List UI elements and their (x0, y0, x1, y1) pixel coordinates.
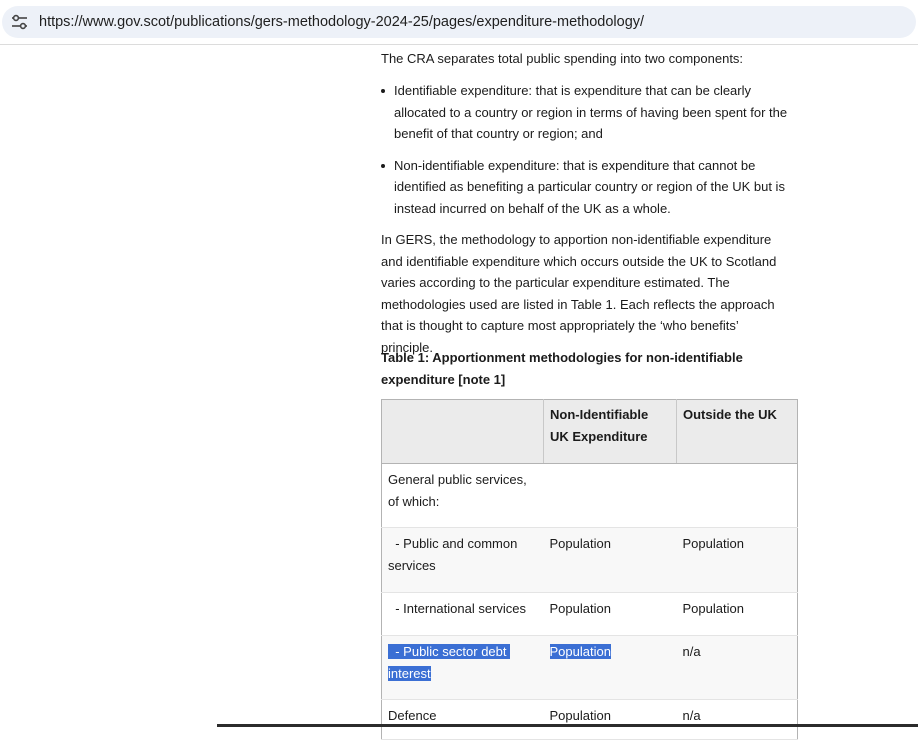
cell-outside-uk: n/a (676, 699, 798, 740)
url-text[interactable]: https://www.gov.scot/publications/gers-m… (39, 14, 644, 30)
cell-non-identifiable: Population (543, 592, 677, 636)
table-row: - International services Population Popu… (381, 592, 798, 636)
row-label: General public services, of which: (381, 463, 544, 528)
cell-outside-uk: n/a (676, 635, 798, 700)
cell-non-identifiable: Population (543, 699, 677, 740)
table-row: General public services, of which: (381, 463, 798, 528)
cell-outside-uk: Population (676, 592, 798, 636)
row-label: - International services (381, 592, 544, 636)
list-item: Non-identifiable expenditure: that is ex… (381, 155, 798, 220)
cell-outside-uk (676, 463, 798, 528)
tune-icon[interactable] (11, 14, 28, 30)
header-non-identifiable: Non-Identifiable UK Expenditure (543, 399, 677, 464)
methodology-paragraph: In GERS, the methodology to apportion no… (381, 232, 777, 355)
header-cell-blank (381, 399, 544, 464)
cell-non-identifiable (543, 463, 677, 528)
cell-non-identifiable: Population (543, 635, 677, 700)
selected-text: Population (549, 644, 611, 659)
row-label: - Public and common services (381, 527, 544, 593)
intro-paragraph: The CRA separates total public spending … (381, 51, 744, 66)
selected-text: - Public sector debt interest (388, 644, 511, 681)
header-outside-uk: Outside the UK (676, 399, 798, 464)
table-header-row: Non-Identifiable UK Expenditure Outside … (381, 399, 798, 464)
row-label: Defence (381, 699, 544, 740)
cell-non-identifiable: Population (543, 527, 677, 593)
cell-outside-uk: Population (676, 527, 798, 593)
browser-address-bar: https://www.gov.scot/publications/gers-m… (0, 0, 918, 45)
table-row: - Public and common services Population … (381, 527, 798, 593)
row-label: - Public sector debt interest (381, 635, 544, 700)
table-caption: Table 1: Apportionment methodologies for… (381, 350, 743, 387)
list-item: Identifiable expenditure: that is expend… (381, 80, 798, 145)
url-field[interactable]: https://www.gov.scot/publications/gers-m… (2, 6, 916, 38)
apportionment-table: Non-Identifiable UK Expenditure Outside … (381, 399, 798, 740)
expenditure-types-list: Identifiable expenditure: that is expend… (381, 80, 801, 229)
table-row: - Public sector debt interest Population… (381, 635, 798, 700)
table-row: Defence Population n/a (381, 699, 798, 740)
